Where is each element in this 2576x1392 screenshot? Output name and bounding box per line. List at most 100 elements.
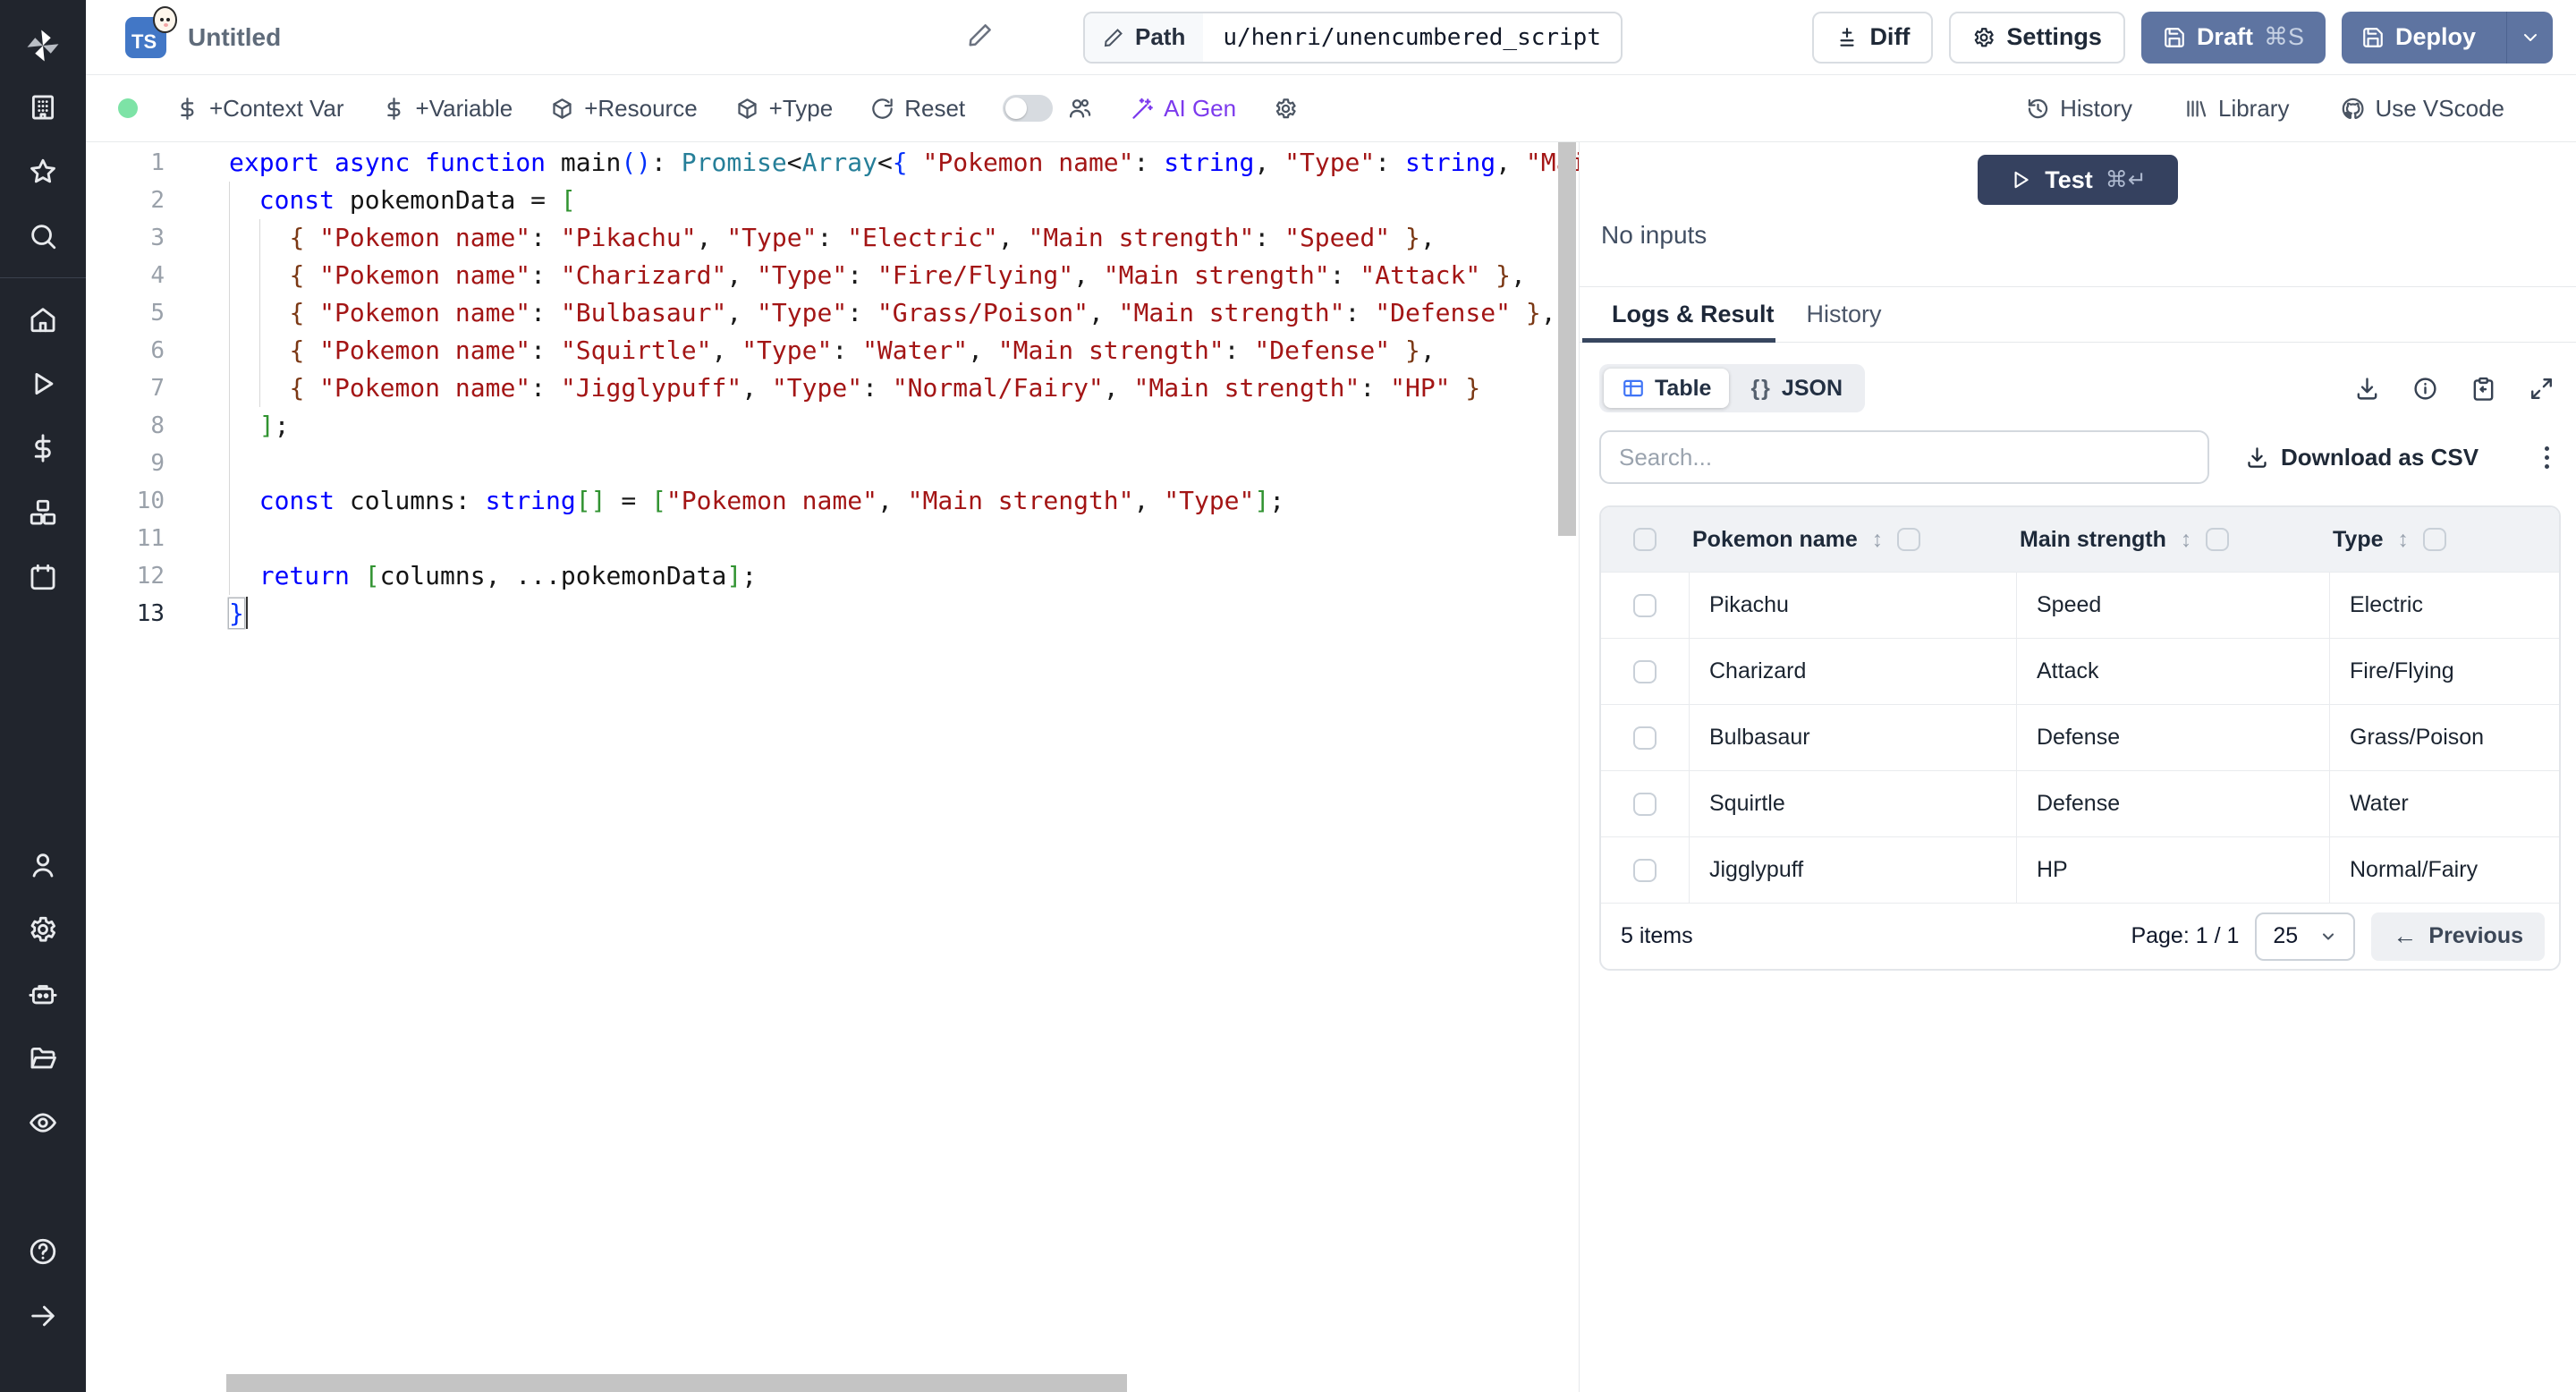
users-icon bbox=[1070, 98, 1091, 118]
view-mode-json[interactable]: {} JSON bbox=[1733, 369, 1860, 408]
reset-button[interactable]: Reset bbox=[870, 95, 965, 123]
test-run-button[interactable]: Test ⌘↵ bbox=[1978, 155, 2178, 205]
sort-icon[interactable]: ↕ bbox=[2181, 527, 2192, 553]
column-header[interactable]: Main strength bbox=[2020, 527, 2166, 553]
expand-fullscreen-icon[interactable] bbox=[2529, 376, 2555, 402]
view-mode-table[interactable]: Table bbox=[1604, 369, 1730, 408]
library-button[interactable]: Library bbox=[2184, 95, 2289, 123]
tab-logs-result[interactable]: Logs & Result bbox=[1612, 287, 1775, 342]
editor-vertical-scrollbar[interactable] bbox=[1558, 142, 1576, 536]
code-line[interactable]: 2 const pokemonData = [ bbox=[86, 182, 1579, 219]
column-checkbox[interactable] bbox=[2206, 528, 2230, 551]
chevron-down-icon bbox=[2523, 33, 2537, 41]
save-draft-button[interactable]: Draft ⌘S bbox=[2140, 11, 2326, 64]
code-editor[interactable]: 1 export async function main(): Promise<A… bbox=[86, 142, 1579, 1392]
row-checkbox[interactable] bbox=[1633, 659, 1657, 683]
row-checkbox[interactable] bbox=[1633, 726, 1657, 750]
editor-horizontal-scrollbar[interactable] bbox=[226, 1374, 1127, 1392]
code-line[interactable]: 11 bbox=[86, 520, 1579, 557]
sidebar-item-variables-dollar[interactable] bbox=[0, 416, 86, 480]
download-csv-button[interactable]: Download as CSV bbox=[2245, 444, 2479, 471]
column-checkbox[interactable] bbox=[2423, 528, 2446, 551]
sidebar-item-runs-play[interactable] bbox=[0, 352, 86, 416]
table-row[interactable]: Bulbasaur Defense Grass/Poison bbox=[1601, 704, 2559, 770]
code-line[interactable]: 3 { "Pokemon name": "Pikachu", "Type": "… bbox=[86, 219, 1579, 257]
user-icon bbox=[32, 853, 54, 878]
copy-clipboard-icon[interactable] bbox=[2470, 376, 2496, 402]
add-context-var-button[interactable]: +Context Var bbox=[175, 95, 344, 123]
settings-button[interactable]: Settings bbox=[1949, 11, 2125, 64]
path-value[interactable]: u/henri/unencumbered_script bbox=[1203, 13, 1621, 62]
table-row[interactable]: Squirtle Defense Water bbox=[1601, 770, 2559, 836]
sidebar-item-resources-boxes[interactable] bbox=[0, 480, 86, 545]
typescript-language-badge[interactable]: TS bbox=[125, 5, 177, 58]
sidebar-item-schedules-calendar[interactable] bbox=[0, 545, 86, 609]
dollar-icon bbox=[181, 97, 194, 120]
add-resource-button[interactable]: +Resource bbox=[550, 95, 698, 123]
multiplayer-toggle[interactable] bbox=[1003, 95, 1054, 122]
deploy-button[interactable]: Deploy bbox=[2342, 12, 2496, 64]
code-line[interactable]: 13} bbox=[86, 595, 1579, 632]
sidebar-item-workspace-building[interactable] bbox=[0, 75, 86, 140]
more-options-kebab-icon[interactable] bbox=[2539, 441, 2555, 474]
script-settings-gear-button[interactable] bbox=[1274, 97, 1298, 121]
page-size-select[interactable]: 25 bbox=[2255, 912, 2356, 961]
ai-gen-button[interactable]: AI Gen bbox=[1130, 95, 1236, 123]
column-checkbox[interactable] bbox=[1897, 528, 1921, 551]
row-checkbox[interactable] bbox=[1633, 792, 1657, 816]
edit-summary-pencil-icon[interactable] bbox=[967, 21, 994, 53]
sidebar-item-folders-folder[interactable] bbox=[0, 1026, 86, 1091]
row-checkbox[interactable] bbox=[1633, 593, 1657, 617]
deploy-dropdown-button[interactable] bbox=[2506, 11, 2553, 64]
sidebar-item-workers-robot[interactable] bbox=[0, 962, 86, 1026]
download-icon[interactable] bbox=[2354, 376, 2380, 402]
sidebar-item-expand-arrow-right[interactable] bbox=[0, 1284, 86, 1348]
column-header[interactable]: Pokemon name bbox=[1692, 527, 1858, 553]
result-search-input[interactable] bbox=[1599, 430, 2209, 484]
tab-history[interactable]: History bbox=[1807, 287, 1882, 342]
windmill-logo-icon[interactable] bbox=[24, 16, 62, 75]
sidebar-item-search[interactable] bbox=[0, 204, 86, 268]
script-path-field[interactable]: Path u/henri/unencumbered_script bbox=[1083, 11, 1623, 64]
column-header[interactable]: Type bbox=[2333, 527, 2384, 553]
sidebar-item-settings-gear[interactable] bbox=[0, 897, 86, 962]
table-row[interactable]: Jigglypuff HP Normal/Fairy bbox=[1601, 836, 2559, 903]
code-line[interactable]: 12 return [columns, ...pokemonData]; bbox=[86, 557, 1579, 595]
sort-icon[interactable]: ↕ bbox=[1872, 527, 1884, 553]
code-line[interactable]: 4 { "Pokemon name": "Charizard", "Type":… bbox=[86, 257, 1579, 294]
sort-icon[interactable]: ↕ bbox=[2398, 527, 2410, 553]
view-mode-segmented-control: Table {} JSON bbox=[1599, 364, 1866, 412]
line-number: 7 bbox=[150, 375, 165, 402]
use-vscode-button[interactable]: Use VScode bbox=[2341, 95, 2504, 123]
table-cell: Water bbox=[2329, 771, 2559, 836]
code-line[interactable]: 5 { "Pokemon name": "Bulbasaur", "Type":… bbox=[86, 294, 1579, 332]
dollar-icon bbox=[386, 97, 400, 120]
row-checkbox[interactable] bbox=[1633, 858, 1657, 882]
chevron-down-icon bbox=[2323, 932, 2334, 940]
sidebar-item-user[interactable] bbox=[0, 833, 86, 897]
add-variable-button[interactable]: +Variable bbox=[382, 95, 513, 123]
info-icon[interactable] bbox=[2412, 376, 2438, 402]
table-row[interactable]: Charizard Attack Fire/Flying bbox=[1601, 638, 2559, 704]
sidebar-item-home[interactable] bbox=[0, 287, 86, 352]
code-line[interactable]: 7 { "Pokemon name": "Jigglypuff", "Type"… bbox=[86, 369, 1579, 407]
previous-page-button[interactable]: ← Previous bbox=[2371, 912, 2545, 961]
code-line[interactable]: 1 export async function main(): Promise<A… bbox=[86, 144, 1579, 182]
add-type-button[interactable]: +Type bbox=[735, 95, 833, 123]
gear-icon bbox=[1275, 98, 1296, 118]
select-all-checkbox[interactable] bbox=[1633, 528, 1657, 551]
sidebar-item-help-circle[interactable] bbox=[0, 1219, 86, 1284]
sidebar-item-favorites-star[interactable] bbox=[0, 140, 86, 204]
variables-dollar-icon bbox=[34, 434, 51, 463]
code-line[interactable]: 9 bbox=[86, 445, 1579, 482]
table-cell: Jigglypuff bbox=[1689, 837, 2016, 903]
line-number: 10 bbox=[136, 488, 165, 514]
help-circle-icon bbox=[30, 1238, 56, 1265]
code-line[interactable]: 8 ]; bbox=[86, 407, 1579, 445]
sidebar-item-audit-eye[interactable] bbox=[0, 1091, 86, 1155]
history-button[interactable]: History bbox=[2026, 95, 2132, 123]
table-row[interactable]: Pikachu Speed Electric bbox=[1601, 572, 2559, 638]
diff-button[interactable]: Diff bbox=[1812, 11, 1934, 64]
code-line[interactable]: 6 { "Pokemon name": "Squirtle", "Type": … bbox=[86, 332, 1579, 369]
code-line[interactable]: 10 const columns: string[] = ["Pokemon n… bbox=[86, 482, 1579, 520]
